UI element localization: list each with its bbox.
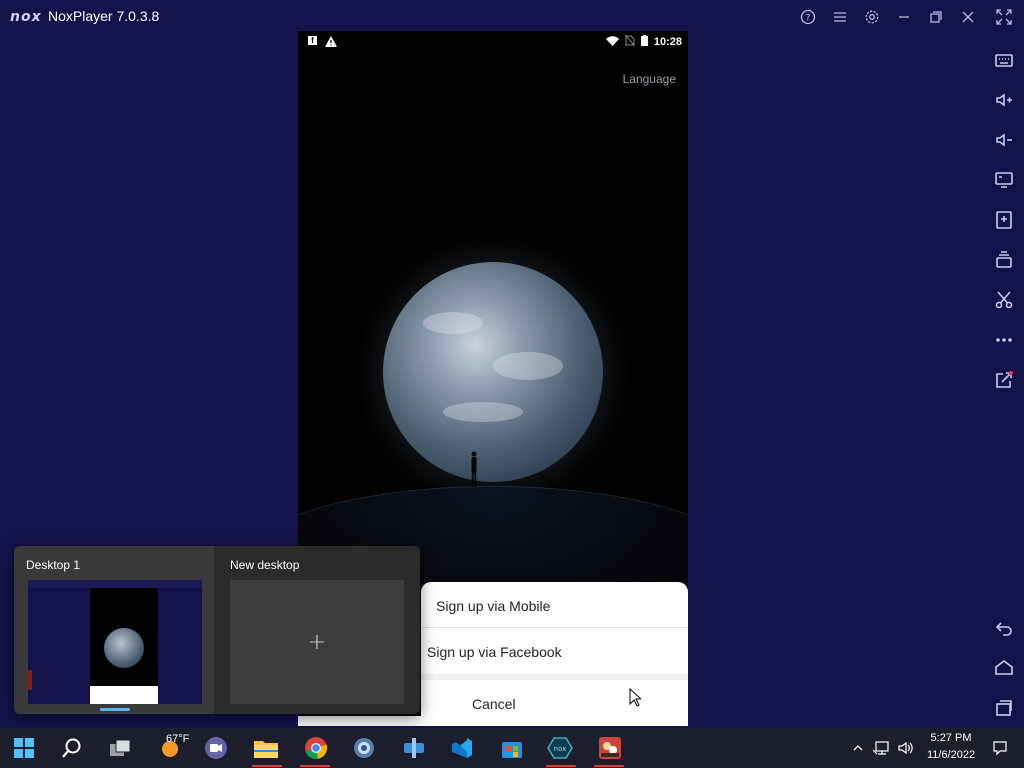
task-view-panel: Desktop 1 New desktop + [14,546,420,714]
android-status-bar: f 10:28 [298,31,688,53]
sheet-divider [421,627,688,628]
new-desktop-button[interactable]: + [230,580,404,704]
network-app-icon[interactable] [400,734,428,762]
volume-tray-icon[interactable] [894,734,918,762]
share-icon[interactable] [992,368,1016,392]
microsoft-store-icon[interactable] [498,734,526,762]
recents-icon[interactable] [992,696,1016,720]
start-icon[interactable] [10,734,38,762]
add-apk-icon[interactable] [992,208,1016,232]
weather-temperature: 67°F [166,733,190,745]
file-explorer-icon[interactable] [252,734,280,762]
chrome-icon[interactable] [302,734,330,762]
back-icon[interactable] [992,616,1016,640]
chevron-up-icon[interactable] [846,734,870,762]
nox-logo: nox [10,9,42,25]
desktop-1-card[interactable]: Desktop 1 [14,546,214,714]
signup-facebook-option[interactable]: Sign up via Facebook [427,644,562,660]
status-time: 10:28 [653,36,682,48]
person-silhouette [470,451,478,487]
clock-time[interactable]: 5:27 PM [922,732,980,744]
earth-image [383,262,603,482]
no-sim-icon [624,34,636,49]
scissors-icon[interactable] [992,288,1016,312]
multi-instance-icon[interactable] [992,248,1016,272]
mouse-cursor-icon [629,687,643,712]
battery-icon [640,35,648,49]
file-explorer-running-indicator [252,765,282,767]
svg-text:?: ? [806,14,811,24]
plus-icon: + [307,629,327,655]
windows-taskbar: 67°F nox 5:27 PM 11/6/2022 [0,728,1024,768]
svg-text:nox: nox [554,745,567,753]
settings-icon[interactable] [861,6,883,28]
title-bar: nox NoxPlayer 7.0.3.8 ? [0,0,1024,34]
clock-date[interactable]: 11/6/2022 [922,749,980,761]
teams-chat-icon[interactable] [202,734,230,762]
nox-player-taskbar-icon[interactable]: nox [546,734,574,762]
active-desktop-indicator [100,708,130,711]
new-desktop-label: New desktop [230,558,300,572]
help-icon[interactable]: ? [797,6,819,28]
minimize-icon[interactable] [893,6,915,28]
more-icon[interactable] [992,328,1016,352]
nox-running-indicator [546,765,576,767]
wifi-icon [605,35,619,49]
vscode-icon[interactable] [448,734,476,762]
restore-icon[interactable] [925,6,947,28]
signup-mobile-option[interactable]: Sign up via Mobile [436,598,550,614]
app-title: NoxPlayer 7.0.3.8 [48,8,160,24]
cancel-button[interactable]: Cancel [472,696,516,712]
desktop-1-label: Desktop 1 [26,558,81,572]
notifications-icon[interactable] [988,734,1012,762]
sheet-left-edge [298,716,421,726]
signup-bottom-sheet: Sign up via Mobile Sign up via Facebook … [421,582,688,726]
volume-up-icon[interactable] [992,88,1016,112]
screen-icon[interactable] [992,168,1016,192]
menu-icon[interactable] [829,6,851,28]
game-app-icon[interactable] [596,734,624,762]
sheet-gap [421,674,688,680]
network-tray-icon[interactable] [870,734,894,762]
facebook-notification-icon: f [308,36,317,45]
language-link[interactable]: Language [623,72,676,86]
volume-down-icon[interactable] [992,128,1016,152]
fullscreen-icon[interactable] [993,6,1015,28]
home-icon[interactable] [992,656,1016,680]
keyboard-icon[interactable] [992,48,1016,72]
warning-icon [325,36,337,50]
search-icon[interactable] [58,734,86,762]
task-view-icon[interactable] [106,734,134,762]
control-panel-icon[interactable] [350,734,378,762]
close-icon[interactable] [957,6,979,28]
game-app-running-indicator [594,765,624,767]
desktop-1-thumbnail[interactable] [28,580,202,704]
chrome-running-indicator [300,765,330,767]
